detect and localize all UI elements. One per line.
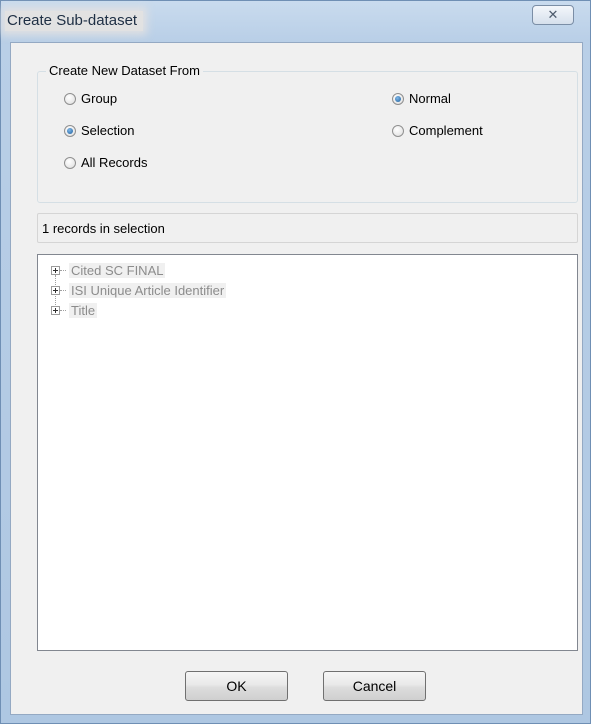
selection-status-text: 1 records in selection — [42, 220, 165, 236]
field-tree-view[interactable]: Cited SC FINAL ISI Unique Article Identi… — [37, 254, 578, 651]
radio-circle-checked-icon[interactable] — [64, 124, 76, 137]
tree-item-label: Cited SC FINAL — [69, 262, 166, 278]
radio-circle-icon[interactable] — [64, 92, 76, 105]
dialog-client-area: Create New Dataset From Group Selection … — [10, 42, 583, 715]
tree-item[interactable]: Cited SC FINAL — [51, 260, 166, 280]
radio-complement-label: Complement — [409, 123, 483, 138]
close-button[interactable]: ✕ — [532, 5, 574, 25]
radio-all-records-label: All Records — [81, 155, 148, 170]
radio-group[interactable]: Group — [64, 91, 117, 106]
radio-all-records[interactable]: All Records — [64, 155, 147, 170]
radio-normal[interactable]: Normal — [392, 91, 451, 106]
plus-box-icon[interactable] — [51, 285, 60, 295]
radio-circle-checked-icon[interactable] — [392, 92, 404, 105]
tree-item-label: Title — [69, 302, 98, 318]
tree-branch-line — [60, 269, 66, 271]
tree-branch-line — [60, 309, 66, 311]
selection-status-field: 1 records in selection — [37, 213, 578, 243]
cancel-button[interactable]: Cancel — [323, 671, 426, 701]
dialog-window: Create Sub-dataset ✕ Create New Dataset … — [0, 0, 591, 724]
window-title: Create Sub-dataset — [5, 11, 144, 31]
radio-normal-label: Normal — [409, 91, 451, 106]
radio-circle-icon[interactable] — [64, 156, 76, 169]
radio-complement[interactable]: Complement — [392, 123, 483, 138]
tree-item[interactable]: Title — [51, 300, 98, 320]
close-icon: ✕ — [547, 7, 559, 22]
plus-box-icon[interactable] — [51, 305, 60, 315]
radio-group-label: Group — [81, 91, 118, 106]
tree-item-label: ISI Unique Article Identifier — [69, 282, 227, 298]
radio-circle-icon[interactable] — [392, 124, 404, 137]
tree-branch-line — [60, 289, 66, 291]
groupbox-legend: Create New Dataset From — [46, 63, 203, 78]
radio-selection-label: Selection — [81, 123, 135, 138]
ok-button[interactable]: OK — [185, 671, 288, 701]
title-bar[interactable]: Create Sub-dataset ✕ — [1, 1, 590, 41]
radio-selection[interactable]: Selection — [64, 123, 134, 138]
tree-item[interactable]: ISI Unique Article Identifier — [51, 280, 227, 300]
plus-box-icon[interactable] — [51, 265, 60, 275]
create-from-groupbox: Create New Dataset From Group Selection … — [37, 63, 578, 203]
